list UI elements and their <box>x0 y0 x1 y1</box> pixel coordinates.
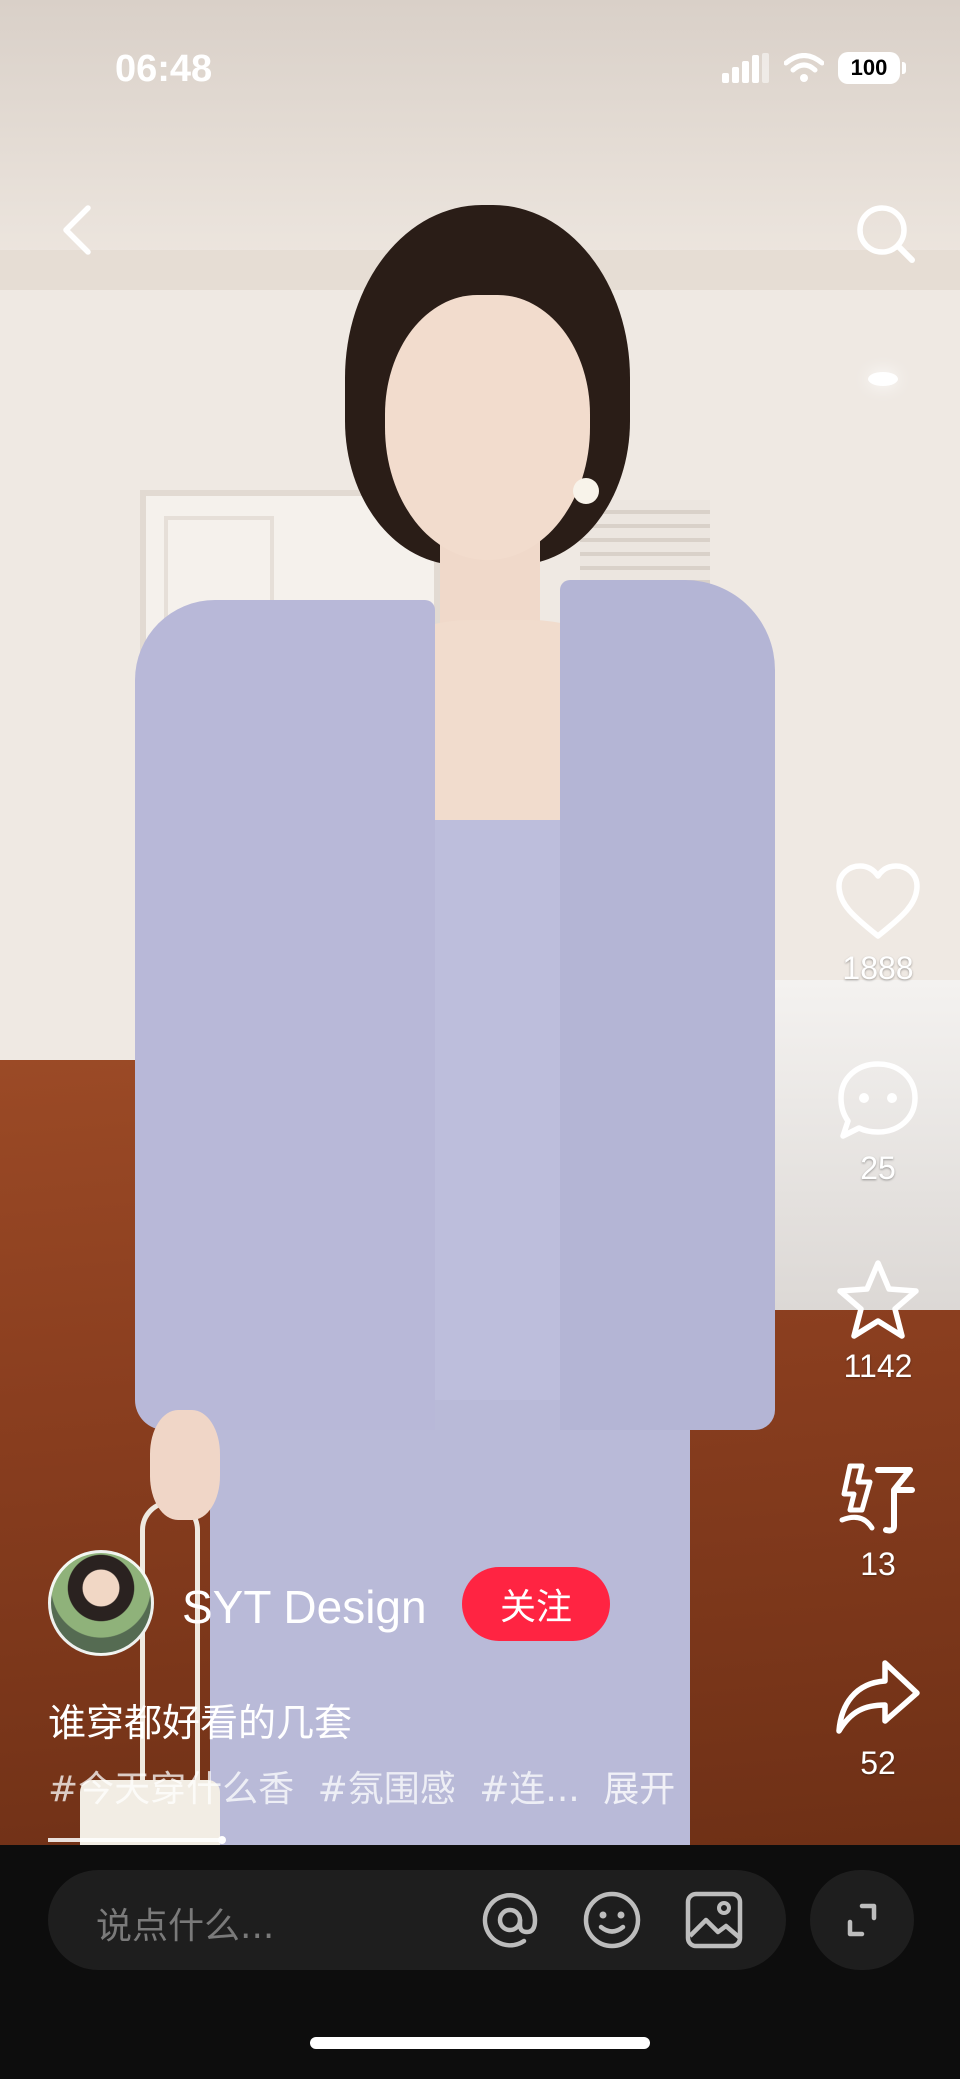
back-button[interactable] <box>50 200 110 260</box>
image-button[interactable] <box>682 1888 746 1952</box>
chevron-left-icon <box>63 205 91 255</box>
follow-button[interactable]: 关注 <box>462 1567 610 1641</box>
post-tags: #今天穿什么香 #氛围感 #连... 展开 <box>48 1760 687 1812</box>
battery-icon: 100 <box>838 52 906 84</box>
signal-icon <box>722 53 769 83</box>
comment-count: 25 <box>860 1150 896 1186</box>
home-indicator[interactable] <box>310 2037 650 2049</box>
at-icon <box>482 1893 538 1948</box>
image-icon <box>685 1891 743 1949</box>
video-progress-bar[interactable] <box>48 1838 224 1842</box>
fullscreen-icon <box>847 1903 877 1937</box>
comment-placeholder: 说点什么... <box>96 1906 275 1947</box>
status-icons: 100 <box>722 52 906 84</box>
model-earring <box>573 478 599 504</box>
scene-lamp <box>868 372 898 386</box>
model-cardigan-left <box>135 600 435 1430</box>
collect-count: 1142 <box>843 1348 913 1384</box>
mention-button[interactable] <box>478 1888 542 1952</box>
author-avatar[interactable] <box>48 1550 154 1656</box>
heart-icon <box>836 863 920 939</box>
model-cardigan-right <box>560 580 775 1430</box>
fullscreen-button[interactable] <box>810 1870 914 1970</box>
emoji-button[interactable] <box>580 1888 644 1952</box>
author-name[interactable]: SYT Design <box>182 1580 427 1634</box>
search-button[interactable] <box>852 200 920 268</box>
expand-button[interactable]: 展开 <box>603 1769 675 1810</box>
video-player[interactable] <box>0 0 960 1845</box>
emoji-icon <box>583 1891 641 1949</box>
star-icon <box>837 1260 919 1339</box>
comment-icon <box>838 1061 918 1139</box>
tag-link[interactable]: #今天穿什么香 <box>48 1769 294 1810</box>
tag-link[interactable]: #氛围感 <box>318 1769 456 1810</box>
model-face <box>385 295 590 560</box>
status-time: 06:48 <box>115 48 213 90</box>
collect-button[interactable]: 1142 <box>818 1258 938 1385</box>
gift-count: 13 <box>860 1546 896 1582</box>
share-count: 52 <box>860 1745 896 1781</box>
search-icon <box>857 205 915 263</box>
post-caption: 谁穿都好看的几套 <box>48 1701 353 1745</box>
like-count: 1888 <box>842 950 914 986</box>
share-button[interactable]: 52 <box>818 1655 938 1782</box>
model-hand <box>150 1410 220 1520</box>
share-icon <box>836 1660 920 1734</box>
video-progress-handle[interactable] <box>218 1836 226 1844</box>
tag-link[interactable]: #连... <box>479 1769 580 1810</box>
wifi-icon <box>784 53 824 82</box>
gift-button[interactable]: 13 <box>818 1456 938 1583</box>
like-button[interactable]: 1888 <box>818 860 938 987</box>
comment-button[interactable]: 25 <box>818 1058 938 1187</box>
hao-badge-icon <box>839 1463 915 1534</box>
